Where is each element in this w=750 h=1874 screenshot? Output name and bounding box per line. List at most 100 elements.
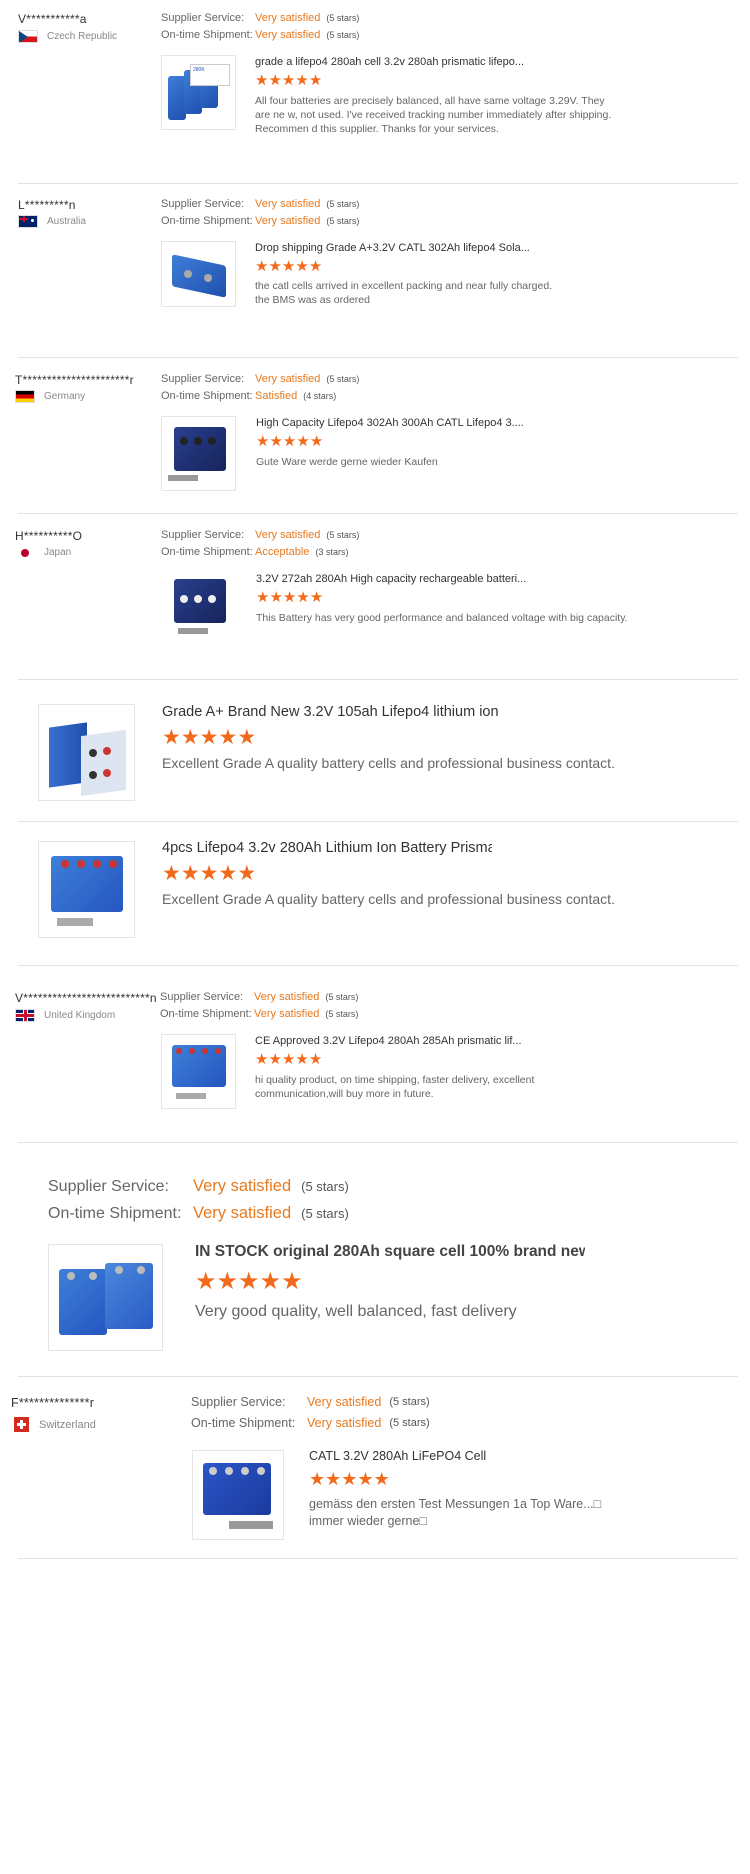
supplier-service-row: Supplier Service: Very satisfied (5 star…	[161, 198, 359, 210]
rating-stars: ★ ★ ★ ★ ★	[255, 1052, 322, 1067]
star-icon: ★	[269, 433, 283, 450]
star-icon: ★	[295, 72, 309, 89]
shipment-label: On-time Shipment:	[161, 546, 253, 558]
supplier-service-label: Supplier Service:	[161, 198, 245, 210]
shipment-label: On-time Shipment:	[48, 1204, 182, 1222]
product-thumbnail[interactable]	[161, 1034, 236, 1109]
star-icon: ★	[281, 1051, 296, 1068]
shipment-value: Very satisfied	[193, 1204, 292, 1222]
product-thumbnail[interactable]	[38, 841, 135, 938]
divider	[18, 1142, 738, 1143]
shipment-label: On-time Shipment:	[161, 215, 253, 227]
star-icon: ★	[296, 589, 310, 606]
review-comment: Very good quality, well balanced, fast d…	[195, 1303, 517, 1320]
country-name: Germany	[44, 391, 86, 402]
star-icon: ★	[295, 258, 309, 275]
shipment-label: On-time Shipment:	[191, 1416, 296, 1430]
star-icon: ★	[325, 1469, 342, 1489]
product-title[interactable]: grade a lifepo4 280ah cell 3.2v 280ah pr…	[255, 56, 555, 68]
country-name: United Kingdom	[44, 1010, 116, 1021]
buyer-country: Czech Republic	[18, 30, 117, 43]
rating-stars: ★ ★ ★ ★ ★	[162, 863, 256, 884]
product-title[interactable]: 4pcs Lifepo4 3.2v 280Ah Lithium Ion Batt…	[162, 840, 492, 856]
shipment-row: On-time Shipment: Very satisfied (5 star…	[161, 29, 359, 41]
star-icon: ★	[256, 433, 270, 450]
rating-stars: ★ ★ ★ ★ ★	[309, 1470, 390, 1488]
review-comment: Excellent Grade A quality battery cells …	[162, 891, 615, 907]
country-name: Switzerland	[39, 1418, 96, 1431]
divider	[18, 1558, 738, 1559]
uk-flag-icon	[15, 1009, 35, 1022]
country-name: Australia	[47, 216, 86, 227]
supplier-service-stars: (5 stars)	[326, 530, 360, 540]
star-icon: ★	[237, 726, 257, 749]
review-comment: Gute Ware werde gerne wieder Kaufen	[256, 456, 438, 468]
star-icon: ★	[373, 1469, 390, 1489]
star-icon: ★	[216, 1268, 239, 1295]
product-thumbnail[interactable]	[38, 704, 135, 801]
shipment-value: Very satisfied	[254, 1008, 320, 1020]
shipment-value: Acceptable	[255, 546, 310, 558]
shipment-label: On-time Shipment:	[160, 1008, 252, 1020]
rating-stars: ★ ★ ★ ★ ★	[162, 727, 256, 748]
divider	[18, 183, 738, 184]
shipment-stars: (5 stars)	[325, 1009, 359, 1019]
star-icon: ★	[281, 1268, 303, 1295]
buyer-name: V***********a	[18, 12, 87, 26]
supplier-service-value: Very satisfied	[307, 1395, 382, 1409]
product-thumbnail[interactable]	[192, 1450, 284, 1540]
supplier-service-row: Supplier Service: Very satisfied (5 star…	[161, 373, 359, 385]
shipment-row: On-time Shipment: Very satisfied (5 star…	[48, 1204, 349, 1223]
star-icon: ★	[281, 258, 296, 275]
supplier-service-row: Supplier Service: Very satisfied (5 star…	[191, 1395, 430, 1409]
product-title[interactable]: CATL 3.2V 280Ah LiFePO4 Cell	[309, 1449, 609, 1463]
buyer-name: F**************r	[11, 1396, 95, 1410]
star-icon: ★	[308, 258, 323, 275]
star-icon: ★	[238, 1268, 260, 1295]
product-thumbnail[interactable]	[161, 241, 236, 307]
star-icon: ★	[269, 589, 283, 606]
star-icon: ★	[308, 72, 323, 89]
supplier-service-row: Supplier Service: Very satisfied (5 star…	[48, 1177, 349, 1196]
star-icon: ★	[255, 258, 269, 275]
product-title[interactable]: High Capacity Lifepo4 302Ah 300Ah CATL L…	[256, 417, 556, 429]
review-comment: This Battery has very good performance a…	[256, 612, 628, 624]
divider	[18, 821, 738, 822]
germany-flag-icon	[15, 390, 35, 403]
star-icon: ★	[341, 1469, 358, 1489]
star-icon: ★	[180, 726, 200, 749]
star-icon: ★	[309, 1469, 326, 1489]
product-title[interactable]: Grade A+ Brand New 3.2V 105ah Lifepo4 li…	[162, 704, 502, 720]
star-icon: ★	[199, 862, 219, 885]
star-icon: ★	[268, 1051, 282, 1068]
star-icon: ★	[282, 589, 297, 606]
shipment-stars: (5 stars)	[326, 30, 360, 40]
buyer-name: L*********n	[18, 198, 76, 212]
star-icon: ★	[295, 1051, 309, 1068]
star-icon: ★	[195, 1268, 217, 1295]
star-icon: ★	[237, 862, 257, 885]
product-thumbnail[interactable]	[161, 416, 236, 491]
product-title[interactable]: IN STOCK original 280Ah square cell 100%…	[195, 1243, 585, 1261]
product-title[interactable]: 3.2V 272ah 280Ah High capacity rechargea…	[256, 573, 556, 585]
star-icon: ★	[162, 862, 181, 885]
product-title[interactable]: Drop shipping Grade A+3.2V CATL 302Ah li…	[255, 242, 555, 254]
review-comment: the catl cells arrived in excellent pack…	[255, 280, 553, 307]
shipment-label: On-time Shipment:	[161, 29, 253, 41]
supplier-service-label: Supplier Service:	[48, 1177, 169, 1195]
japan-flag-icon	[15, 546, 35, 559]
product-thumbnail[interactable]: 280K	[161, 55, 236, 130]
rating-stars: ★ ★ ★ ★ ★	[255, 73, 322, 88]
star-icon: ★	[259, 1268, 282, 1295]
rating-stars: ★ ★ ★ ★ ★	[256, 434, 323, 449]
review-comment: hi quality product, on time shipping, fa…	[255, 1074, 535, 1101]
supplier-service-stars: (5 stars)	[326, 13, 360, 23]
product-thumbnail[interactable]	[48, 1244, 163, 1351]
divider	[18, 1376, 738, 1377]
product-thumbnail[interactable]	[161, 572, 236, 642]
product-title[interactable]: CE Approved 3.2V Lifepo4 280Ah 285Ah pri…	[255, 1035, 555, 1047]
star-icon: ★	[255, 72, 269, 89]
star-icon: ★	[180, 862, 200, 885]
supplier-service-stars: (5 stars)	[326, 374, 360, 384]
shipment-row: On-time Shipment: Satisfied (4 stars)	[161, 390, 336, 402]
